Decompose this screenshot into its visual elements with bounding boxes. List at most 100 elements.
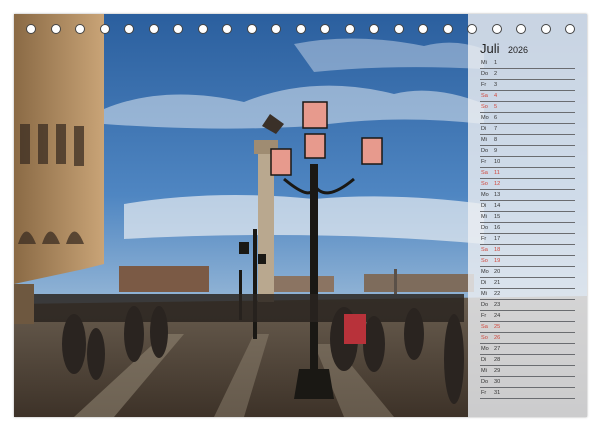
day-row: Mo 27 [480, 344, 575, 355]
day-number: 16 [494, 225, 501, 231]
day-row: Mo 6 [480, 113, 575, 124]
day-number: 27 [494, 346, 501, 352]
weekday-label: Di [481, 280, 487, 286]
day-number: 6 [494, 115, 498, 121]
weekday-label: Do [481, 148, 489, 154]
day-row: Sa 25 [480, 322, 575, 333]
day-row: Fr 3 [480, 80, 575, 91]
weekday-label: Fr [481, 159, 487, 165]
weekday-label: Di [481, 126, 487, 132]
day-number: 21 [494, 280, 501, 286]
binding-ring [442, 24, 453, 34]
weekday-label: Fr [481, 82, 487, 88]
day-number: 28 [494, 357, 501, 363]
binding-ring [173, 24, 183, 34]
binding-ring [271, 24, 281, 34]
binding-ring [320, 24, 330, 34]
binding-ring [369, 24, 379, 34]
day-row: Di 7 [480, 124, 575, 135]
day-number: 4 [494, 93, 498, 99]
binding-ring [565, 24, 575, 34]
year-label: 2026 [507, 45, 528, 55]
weekday-label: Do [481, 379, 489, 385]
binding-ring [516, 24, 526, 34]
day-row: Sa 18 [480, 245, 575, 256]
weekday-label: Di [481, 203, 487, 209]
day-number: 30 [494, 379, 501, 385]
binding-ring [222, 24, 232, 34]
weekday-label: Do [481, 71, 489, 77]
spiral-binding [14, 24, 587, 38]
binding-ring [26, 24, 36, 34]
weekday-label: Mo [481, 192, 489, 198]
day-row: Di 28 [480, 355, 575, 366]
weekday-label: Sa [481, 93, 488, 99]
day-row: Do 9 [480, 146, 575, 157]
day-number: 17 [494, 236, 501, 242]
day-number: 22 [494, 291, 501, 297]
day-row: So 12 [480, 179, 575, 190]
weekday-label: Sa [481, 170, 488, 176]
weekday-label: Do [481, 302, 489, 308]
weekday-label: Mi [481, 137, 487, 143]
binding-ring [148, 24, 159, 34]
day-number: 25 [494, 324, 501, 330]
weekday-label: Mo [481, 269, 489, 275]
day-number: 9 [494, 148, 498, 154]
day-number: 11 [494, 170, 500, 176]
binding-ring [295, 24, 306, 34]
day-row: Mo 20 [480, 267, 575, 278]
day-number: 14 [494, 203, 501, 209]
day-number: 18 [494, 247, 501, 253]
weekday-label: Do [481, 225, 489, 231]
month-name: Juli [480, 41, 500, 56]
day-row: Fr 24 [480, 311, 575, 322]
day-row: Mi 22 [480, 289, 575, 300]
weekday-label: Mi [481, 60, 487, 66]
weekday-label: Mi [481, 368, 487, 374]
binding-ring [99, 24, 110, 34]
day-number: 12 [494, 181, 501, 187]
day-number: 10 [494, 159, 501, 165]
weekday-label: So [481, 181, 488, 187]
day-row: So 5 [480, 102, 575, 113]
binding-ring [124, 24, 134, 34]
day-row: Do 2 [480, 69, 575, 80]
day-number: 8 [494, 137, 498, 143]
day-row: Di 21 [480, 278, 575, 289]
day-row: Do 16 [480, 223, 575, 234]
day-row: Fr 17 [480, 234, 575, 245]
day-number: 13 [494, 192, 501, 198]
day-number: 20 [494, 269, 501, 275]
weekday-label: Mi [481, 291, 487, 297]
weekday-label: Sa [481, 324, 488, 330]
day-number: 2 [494, 71, 498, 77]
day-number: 31 [494, 390, 501, 396]
day-row: Do 30 [480, 377, 575, 388]
weekday-label: Mo [481, 115, 489, 121]
calendar-panel: Juli 2026 Mi 1 Do 2 Fr 3 Sa 4 So 5 Mo 6 Di 7 Mi 8 Do 9 Fr 1… [468, 14, 587, 417]
day-number: 23 [494, 302, 501, 308]
weekday-label: So [481, 335, 488, 341]
day-number: 29 [494, 368, 501, 374]
day-number: 1 [494, 60, 498, 66]
day-row: Do 23 [480, 300, 575, 311]
binding-ring [50, 24, 61, 34]
binding-ring [540, 24, 551, 34]
day-row: Fr 10 [480, 157, 575, 168]
binding-ring [197, 24, 208, 34]
weekday-label: Di [481, 357, 487, 363]
day-row: So 26 [480, 333, 575, 344]
binding-ring [75, 24, 85, 34]
day-row: Mi 29 [480, 366, 575, 377]
weekday-label: Sa [481, 247, 488, 253]
weekday-label: Fr [481, 313, 487, 319]
day-row: Di 14 [480, 201, 575, 212]
day-row: Fr 31 [480, 388, 575, 399]
weekday-label: Fr [481, 390, 487, 396]
day-row: Sa 4 [480, 91, 575, 102]
weekday-label: Mo [481, 346, 489, 352]
binding-ring [393, 24, 404, 34]
day-number: 7 [494, 126, 498, 132]
month-heading: Juli 2026 [480, 40, 528, 58]
